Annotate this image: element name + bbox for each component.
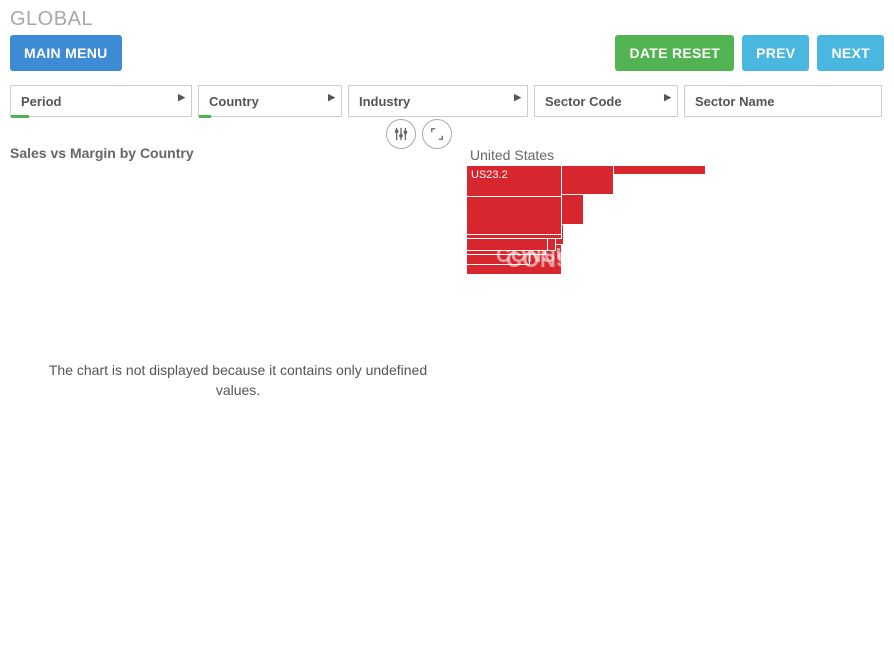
group-label-it-1: INFORMATION <box>630 575 740 592</box>
caret-icon: ▶ <box>664 92 671 103</box>
empty-chart-message: The chart is not displayed because it co… <box>38 361 438 400</box>
group-label-it-2: TECHNOLOGY <box>636 591 747 608</box>
group-label-materials: MATERI... <box>488 521 584 544</box>
group-label-healthcare: HEALTHCA... <box>788 459 887 476</box>
filter-label: Industry <box>359 94 410 109</box>
date-reset-button[interactable]: DATE RESET <box>615 35 734 71</box>
treemap-title: United States <box>466 145 894 165</box>
filter-progress <box>199 115 211 118</box>
group-label-staples-2: STAPLES <box>666 473 751 494</box>
filter-period[interactable]: Period ▶ <box>10 85 192 117</box>
filter-country[interactable]: Country ▶ <box>198 85 342 117</box>
caret-icon: ▶ <box>514 92 521 103</box>
treemap[interactable]: US34.1 US52.42 US45.21_2 US52.12 US18 US… <box>466 165 882 645</box>
filter-label: Sector Name <box>695 94 774 109</box>
caret-icon: ▶ <box>178 92 185 103</box>
group-label-industrials: INDUSTRI... <box>724 265 852 291</box>
filter-label: Country <box>209 94 259 109</box>
filter-industry[interactable]: Industry ▶ <box>348 85 528 117</box>
filter-progress <box>11 115 29 118</box>
filter-label: Period <box>21 94 61 109</box>
filter-sector-name[interactable]: Sector Name <box>684 85 882 117</box>
caret-icon: ▶ <box>328 92 335 103</box>
filter-sector-code[interactable]: Sector Code ▶ <box>534 85 678 117</box>
prev-button[interactable]: PREV <box>742 35 809 71</box>
group-label-consumer-disc-2: DISCRETIO... <box>502 273 646 299</box>
settings-icon[interactable] <box>386 119 416 149</box>
next-button[interactable]: NEXT <box>817 35 884 71</box>
treemap-cell[interactable]: US23.2 <box>466 165 562 197</box>
expand-icon[interactable] <box>422 119 452 149</box>
main-menu-button[interactable]: MAIN MENU <box>10 35 122 71</box>
filter-label: Sector Code <box>545 94 622 109</box>
page-title: GLOBAL <box>10 8 93 31</box>
group-label-energy: ENERGY <box>802 587 873 605</box>
group-label-staples-1: CONSUMER <box>650 453 759 474</box>
